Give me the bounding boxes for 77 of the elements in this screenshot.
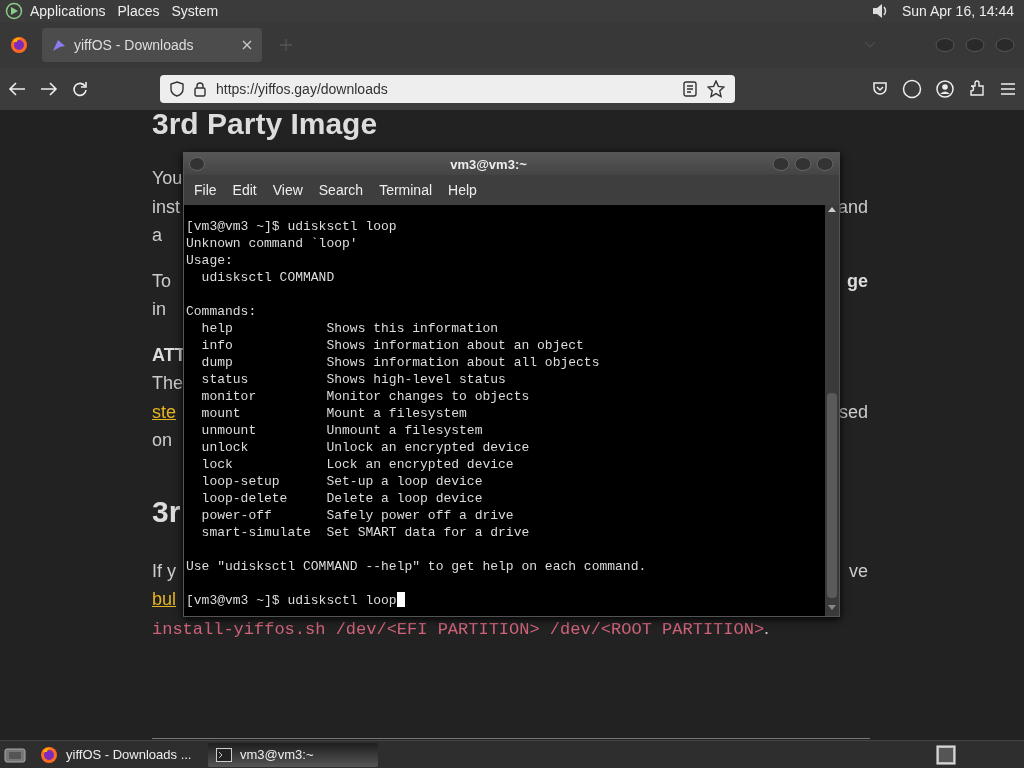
app-menu-icon[interactable] [4,2,24,20]
browser-tab[interactable]: yiffOS - Downloads [42,28,262,62]
terminal-line: loop-delete Delete a loop device [200,491,483,506]
page-text: in [152,299,166,319]
page-text: sed [838,401,868,422]
menu-item[interactable]: View [264,182,311,198]
reader-view-icon[interactable] [683,81,697,97]
lock-icon[interactable] [194,81,206,97]
address-bar[interactable]: https://yiffos.gay/downloads [160,75,735,103]
menu-item[interactable]: Terminal [371,182,441,198]
terminal-line: monitor Monitor changes to objects [200,389,530,404]
panel-menu[interactable]: Applications [24,3,112,19]
panel-menu[interactable]: System [165,3,225,19]
section-heading: 3r [152,494,181,528]
page-text: ve [849,560,868,581]
menu-icon[interactable] [1000,82,1016,96]
panel-menu[interactable]: Places [111,3,166,19]
page-text: and [837,196,868,217]
clock[interactable]: Sun Apr 16, 14:44 [895,3,1020,19]
page-text: inst [152,196,180,217]
terminal-line: Unknown command `loop' [186,236,358,251]
link[interactable]: bul [152,589,177,609]
taskbar-item[interactable]: yiffOS - Downloads ... [32,742,202,767]
menu-item[interactable]: File [186,182,225,198]
scroll-down-icon[interactable] [827,604,837,612]
terminal-line: mount Mount a filesystem [200,406,467,421]
terminal-line: [vm3@vm3 ~]$ udisksctl loop [186,593,397,608]
terminal-line: status Shows high-level status [200,372,506,387]
terminal-line: Commands: [186,304,257,319]
page-text: If y [152,560,176,581]
firefox-icon [40,745,58,764]
code-text: install-yiffos.sh /dev/<EFI PARTITION> /dev/<ROOT PARTITION> [152,619,765,639]
terminal-icon [216,747,232,762]
forward-icon[interactable] [40,81,58,97]
section-heading: 3rd Party Image [152,110,378,140]
terminal-line: loop-setup Set-up a loop device [200,474,483,489]
circle-icon[interactable] [902,79,922,99]
page-text: on [152,430,173,450]
terminal-line: udisksctl COMMAND [200,270,335,285]
terminal-line: Usage: [186,253,233,268]
menu-item[interactable]: Edit [224,182,265,198]
scrollbar[interactable] [825,205,839,616]
terminal-line: power-off Safely power off a drive [200,508,514,523]
tab-favicon-icon [52,38,66,52]
page-text: a [152,225,162,245]
terminal-line: dump Shows information about all objects [200,355,600,370]
star-icon[interactable] [707,80,725,98]
workspace-icon[interactable] [936,744,956,765]
cursor [396,592,405,607]
page-text: The [152,373,184,393]
terminal-line: lock Lock an encrypted device [200,457,514,472]
scrollbar-thumb[interactable] [827,393,837,598]
page-text: . [764,617,770,638]
terminal-line: Use "udisksctl COMMAND --help" to get help on each command. [186,559,647,574]
terminal-line: unlock Unlock an encrypted device [200,440,530,455]
back-icon[interactable] [8,81,26,97]
shield-icon[interactable] [170,81,184,97]
page-text: ATT [152,344,186,365]
pocket-icon[interactable] [872,81,888,97]
menu-item[interactable]: Search [310,182,372,198]
menu-item[interactable]: Help [440,182,485,198]
firefox-icon[interactable] [10,36,28,54]
link[interactable]: ste [152,401,176,422]
account-icon[interactable] [936,80,954,98]
puzzle-icon[interactable] [968,80,986,98]
reload-icon[interactable] [72,81,88,97]
show-desktop-icon[interactable] [4,745,26,764]
page-text: To [152,270,171,291]
page-text: ge [847,270,868,291]
window-title: vm3@vm3:~ [449,156,528,172]
terminal-line: info Shows information about an object [200,338,584,353]
terminal-line: [vm3@vm3 ~]$ udisksctl loop [186,219,397,234]
terminal-line: smart-simulate Set SMART data for a drive [200,525,530,540]
taskbar-item[interactable]: vm3@vm3:~ [208,742,378,767]
terminal-line: unmount Unmount a filesystem [200,423,483,438]
terminal-line: help Shows this information [200,321,499,336]
page-text: You [152,168,183,188]
